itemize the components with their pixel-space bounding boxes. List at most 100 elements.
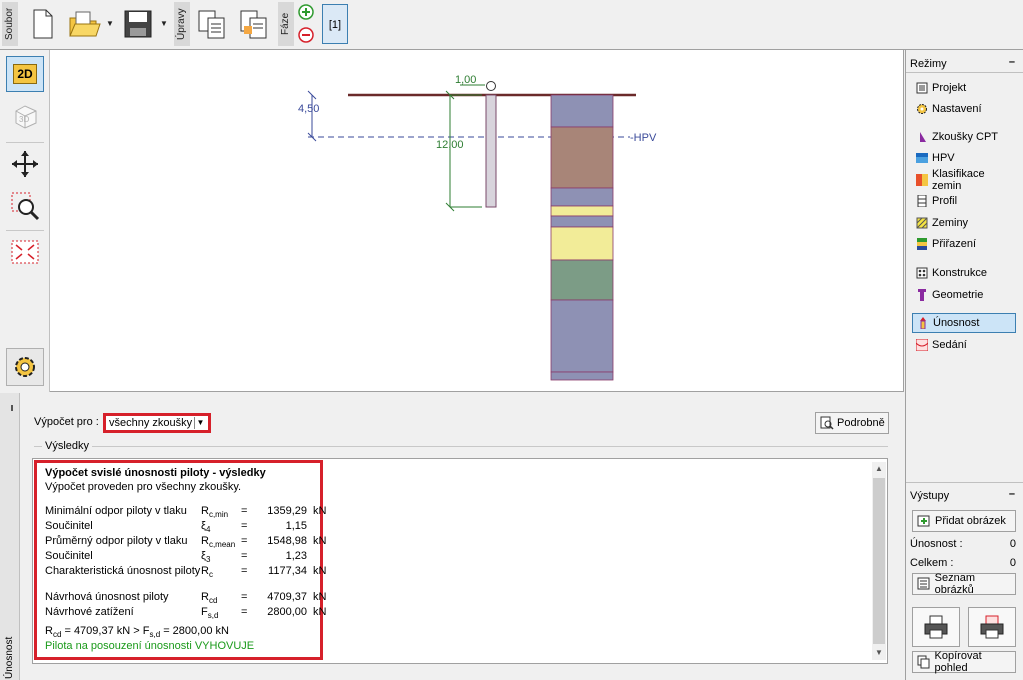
scroll-thumb[interactable]	[873, 478, 885, 644]
view-3d-button[interactable]: 3D	[6, 98, 44, 134]
total-picture-count: Celkem : 0	[910, 557, 1018, 569]
comparison-f-value: = 2800,00 kN	[160, 625, 229, 637]
mode-label: Nastavení	[932, 103, 982, 115]
details-button[interactable]: Podrobně	[815, 412, 889, 434]
drawing-canvas[interactable]: -HPV 4,50 1,00 12,00	[50, 50, 904, 392]
bearing-capacity-icon	[920, 317, 926, 329]
bottom-tab[interactable]: Únosnost	[0, 393, 20, 680]
result-value: 2800,00	[267, 606, 307, 618]
mode-label: HPV	[932, 152, 955, 164]
outputs-collapse-icon[interactable]: –	[1009, 488, 1015, 500]
settings-button[interactable]	[6, 348, 44, 386]
bearing-count-label: Únosnost :	[910, 538, 963, 550]
save-dropdown-icon[interactable]: ▼	[160, 20, 168, 28]
result-label: Návrhové zatížení	[45, 606, 134, 618]
outputs-title: Výstupy	[910, 490, 950, 502]
result-row: Návrhová únosnost piloty Rcd = 4709,37 kN	[45, 591, 326, 605]
result-row: Minimální odpor piloty v tlaku Rc,min = 135…	[45, 505, 326, 519]
picture-list-button[interactable]: Seznam obrázků	[912, 572, 1016, 596]
result-symbol: Rc	[201, 565, 213, 580]
mode-prirazeni[interactable]: Přiřazení	[912, 234, 1016, 254]
copy-view-button[interactable]: Kopírovat pohled	[912, 650, 1016, 674]
svg-text:3D: 3D	[19, 115, 29, 124]
modes-collapse-icon[interactable]: –	[1009, 56, 1015, 68]
comparison-r-symbol: R	[45, 625, 53, 637]
phase-group-label: Fáze	[278, 2, 294, 46]
soil-layer	[550, 299, 614, 373]
mode-label: Únosnost	[933, 317, 980, 329]
paste-data-icon[interactable]	[236, 6, 272, 42]
picture-list-label: Seznam obrázků	[934, 572, 975, 596]
scroll-down-icon[interactable]: ▼	[872, 646, 886, 660]
save-icon[interactable]	[120, 6, 156, 42]
fit-view-button[interactable]	[6, 234, 44, 270]
soil-layer	[550, 215, 614, 228]
result-row: Součinitel ξ4 = 1,15	[45, 520, 307, 534]
calc-for-select[interactable]: všechny zkoušky ▼	[103, 413, 211, 433]
soils-icon	[916, 217, 928, 229]
view-tools: 2D 3D	[0, 50, 50, 392]
result-value: 1,23	[285, 550, 307, 562]
mode-hpv[interactable]: HPV	[912, 148, 1016, 168]
mode-nastaveni[interactable]: Nastavení	[912, 99, 1016, 119]
bottom-tab-handle[interactable]	[11, 405, 13, 411]
mode-profil[interactable]: Profil	[912, 191, 1016, 211]
result-symbol: Rc,mean	[201, 535, 236, 550]
copy-data-icon[interactable]	[194, 6, 230, 42]
pile-length-label: 12,00	[436, 139, 464, 151]
result-label: Charakteristická únosnost piloty	[45, 565, 201, 577]
soil-layer	[550, 205, 614, 217]
bearing-picture-count: Únosnost : 0	[910, 538, 1018, 550]
results-comparison: Rcd = 4709,37 kN > Fs,d = 2800,00 kN	[45, 625, 229, 639]
view-2d-button[interactable]: 2D	[6, 56, 44, 92]
result-equals: =	[241, 535, 248, 547]
add-phase-icon[interactable]	[298, 4, 314, 20]
panel-divider	[906, 72, 1023, 73]
calc-for-value: všechny zkoušky	[109, 417, 193, 429]
mode-projekt[interactable]: Projekt	[912, 78, 1016, 98]
result-equals: =	[241, 505, 248, 517]
tool-divider	[6, 230, 44, 231]
print-button[interactable]	[912, 607, 960, 647]
result-unit: kN	[313, 606, 327, 618]
pan-tool-button[interactable]	[6, 146, 44, 182]
document-icon	[916, 82, 928, 94]
results-scrollbar[interactable]: ▲ ▼	[872, 462, 886, 660]
mode-label: Klasifikace zemin	[932, 168, 985, 192]
add-picture-button[interactable]: Přidat obrázek	[912, 510, 1016, 532]
mode-konstrukce[interactable]: Konstrukce	[912, 263, 1016, 283]
print-pdf-button[interactable]	[968, 607, 1016, 647]
chevron-down-icon: ▼	[194, 417, 206, 429]
comparison-f-subscript: s,d	[149, 630, 161, 640]
results-title: Výpočet svislé únosnosti piloty - výsled…	[45, 467, 266, 479]
assign-icon	[917, 238, 927, 250]
mode-zeminy[interactable]: Zeminy	[912, 213, 1016, 233]
result-symbol: Rcd	[201, 591, 218, 606]
mode-sedani[interactable]: Sedání	[912, 335, 1016, 355]
soil-layer	[550, 94, 614, 128]
open-dropdown-icon[interactable]: ▼	[106, 20, 114, 28]
open-folder-icon[interactable]	[66, 6, 102, 42]
total-count-label: Celkem :	[910, 557, 954, 569]
mode-zkousky-cpt[interactable]: Zkoušky CPT	[912, 127, 1016, 147]
mode-klasifikace-zemin[interactable]: Klasifikace zemin	[912, 168, 1016, 192]
result-value: 1359,29	[267, 505, 307, 517]
view-2d-label: 2D	[13, 64, 37, 84]
tool-divider	[6, 142, 44, 143]
mode-label: Přiřazení	[932, 238, 977, 250]
result-row: Součinitel ξ3 = 1,23	[45, 550, 307, 564]
file-group-label: Soubor	[2, 2, 18, 46]
new-file-icon[interactable]	[24, 6, 60, 42]
result-label: Součinitel	[45, 550, 93, 562]
details-icon	[820, 416, 834, 430]
bottom-tab-label: Únosnost	[4, 636, 15, 679]
mode-label: Zeminy	[932, 217, 969, 229]
mode-geometrie[interactable]: Geometrie	[912, 285, 1016, 305]
mode-unosnost[interactable]: Únosnost	[912, 313, 1016, 333]
phase-tab-1[interactable]: [1]	[322, 4, 348, 44]
remove-phase-icon[interactable]	[298, 27, 314, 43]
zoom-tool-button[interactable]	[6, 188, 44, 224]
result-row: Návrhové zatížení Fs,d = 2800,00 kN	[45, 606, 326, 620]
pile-head-marker	[486, 81, 496, 91]
scroll-up-icon[interactable]: ▲	[872, 462, 886, 476]
